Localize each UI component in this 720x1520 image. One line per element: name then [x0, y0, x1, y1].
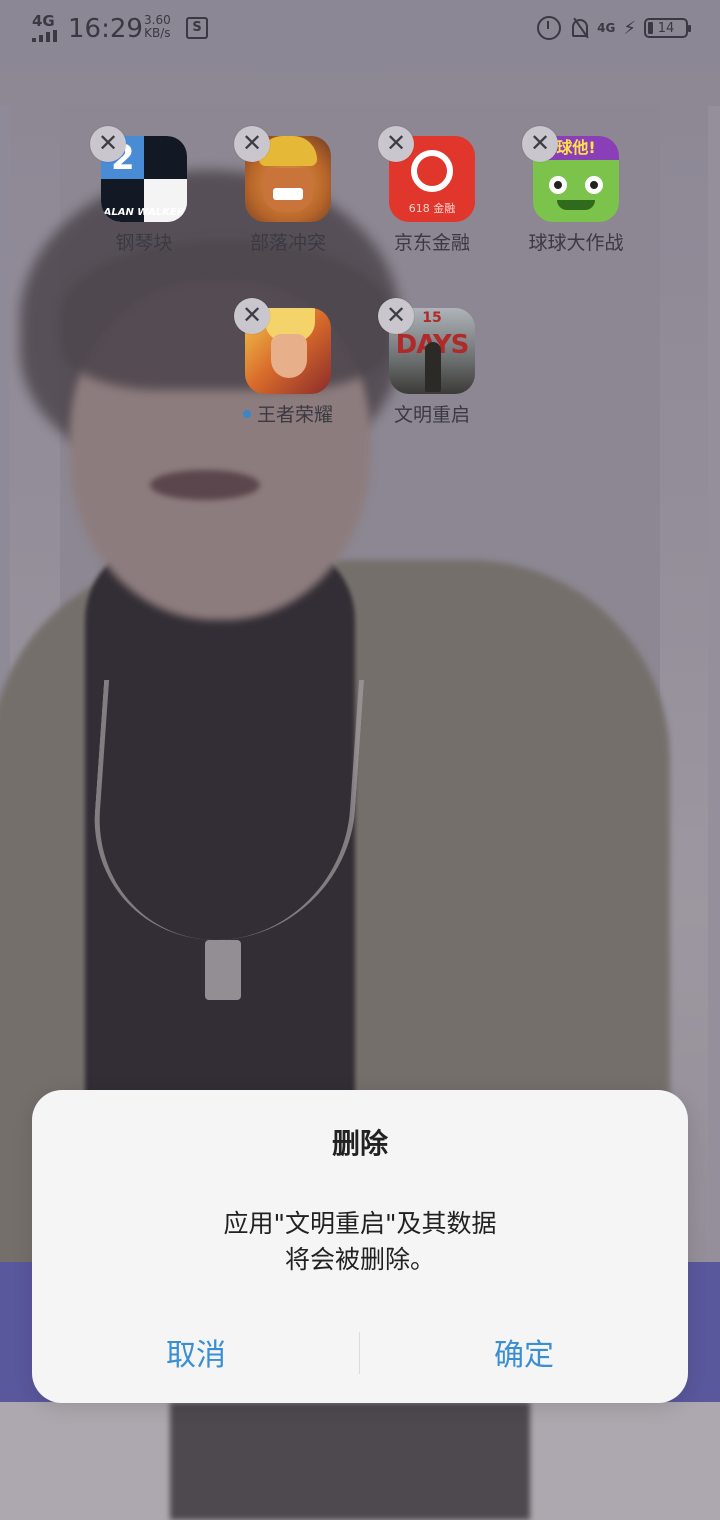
dialog-buttons: 取消 确定: [32, 1326, 688, 1386]
app-label: 文明重启: [393, 404, 470, 426]
app-piano-tiles[interactable]: ✕ 2 ALAN WALKER 钢琴块: [84, 126, 204, 255]
battery-icon: 14: [644, 18, 691, 38]
battery-level: 14: [657, 20, 675, 36]
app-last-day-rules[interactable]: ✕ 15 DAYS 文明重启: [372, 298, 492, 427]
charging-icon: ⚡: [623, 17, 636, 39]
close-icon[interactable]: ✕: [90, 126, 126, 162]
new-indicator-icon: [242, 409, 251, 418]
app-label: 王者荣耀: [228, 400, 348, 427]
dialog-title: 删除: [331, 1127, 388, 1160]
network-type: 4G: [32, 12, 55, 30]
app-label: 部落冲突: [249, 232, 326, 254]
app-ball-battle[interactable]: ✕ 球他! 球球大作战: [516, 126, 636, 255]
delete-dialog: 删除 应用"文明重启"及其数据 将会被删除。 取消 确定: [32, 1090, 688, 1403]
close-icon[interactable]: ✕: [522, 126, 558, 162]
close-icon[interactable]: ✕: [378, 126, 414, 162]
app-label: 京东金融: [393, 232, 470, 254]
confirm-button[interactable]: 确定: [360, 1326, 688, 1386]
clock: 16:29: [68, 14, 143, 44]
notification-off-icon: [569, 17, 589, 39]
cancel-button[interactable]: 取消: [32, 1326, 360, 1386]
status-bar: 4G 16:29 3.60 KB/s S 4G ⚡ 14: [0, 0, 720, 56]
app-label: 球球大作战: [528, 232, 624, 254]
status-icons: 4G ⚡ 14: [537, 14, 691, 42]
close-icon[interactable]: ✕: [234, 298, 270, 334]
network-speed: 3.60 KB/s: [144, 13, 171, 40]
app-label: 钢琴块: [115, 232, 173, 254]
close-icon[interactable]: ✕: [378, 298, 414, 334]
app-clash-of-clans[interactable]: ✕ 部落冲突: [228, 126, 348, 255]
close-icon[interactable]: ✕: [234, 126, 270, 162]
button-divider: [359, 1332, 360, 1374]
app-jd-finance[interactable]: ✕ 618 金融 京东金融: [372, 126, 492, 255]
s-badge-icon: S: [186, 17, 208, 39]
alarm-icon: [537, 16, 562, 40]
app-honor-of-kings[interactable]: ✕ 5 王者荣耀: [228, 298, 348, 427]
signal-icon: [32, 30, 62, 42]
mobile-data-icon: 4G: [597, 21, 616, 35]
dialog-message: 应用"文明重启"及其数据 将会被删除。: [223, 1209, 497, 1274]
